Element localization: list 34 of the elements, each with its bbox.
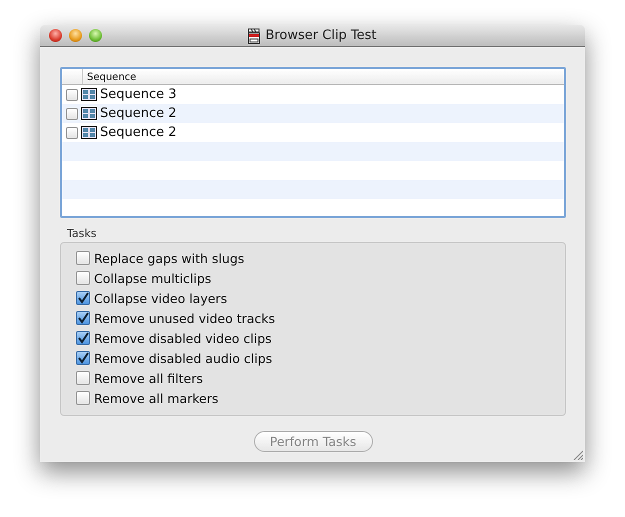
checkbox[interactable] xyxy=(76,391,90,405)
group-title: Tasks xyxy=(67,227,98,240)
checkbox[interactable] xyxy=(76,331,90,345)
checkbox-label: Remove disabled audio clips xyxy=(94,350,272,366)
checkbox-label: Collapse multiclips xyxy=(94,270,212,286)
checkbox-label: Remove unused video tracks xyxy=(94,310,276,326)
checkbox[interactable] xyxy=(66,108,78,120)
checkbox[interactable] xyxy=(76,311,90,325)
sequence-icon xyxy=(81,107,97,120)
checkbox-label: Collapse video layers xyxy=(94,290,228,306)
sequence-name: Sequence 2 xyxy=(100,106,177,121)
sequence-name: Sequence 2 xyxy=(100,125,177,140)
checkbox[interactable] xyxy=(76,351,90,365)
checkbox-label: Remove all markers xyxy=(94,390,218,406)
column-header[interactable]: Sequence xyxy=(83,69,140,84)
resize-grip-icon[interactable] xyxy=(573,450,583,460)
close-button[interactable] xyxy=(49,29,62,42)
checkbox[interactable] xyxy=(76,271,90,285)
checkbox[interactable] xyxy=(66,126,78,138)
checkbox[interactable] xyxy=(76,251,90,265)
table-row[interactable]: Sequence 2 xyxy=(62,104,564,123)
zoom-button[interactable] xyxy=(89,29,102,42)
minimize-button[interactable] xyxy=(69,29,82,42)
sequence-name: Sequence 3 xyxy=(100,87,177,102)
clapperboard-icon xyxy=(248,28,260,44)
checkbox[interactable] xyxy=(66,88,78,100)
checkbox[interactable] xyxy=(76,291,90,305)
sequence-icon xyxy=(81,126,97,139)
checkbox-label: Remove all filters xyxy=(94,370,203,386)
checkbox-label: Remove disabled video clips xyxy=(94,330,272,346)
checkbox[interactable] xyxy=(76,371,90,385)
checkbox-label: Replace gaps with slugs xyxy=(94,250,244,266)
window-title: Browser Clip Test xyxy=(265,28,377,43)
sequence-icon xyxy=(81,88,97,101)
